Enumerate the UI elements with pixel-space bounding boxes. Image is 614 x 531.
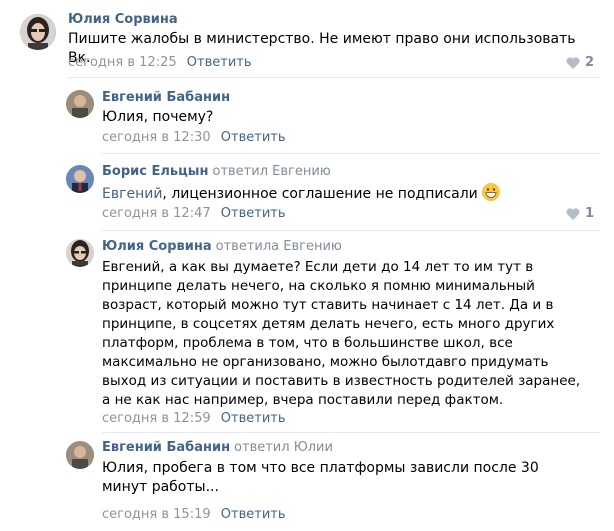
reply-target[interactable]: ответила Евгению [216,239,342,254]
heart-icon [566,56,580,69]
avatar[interactable] [66,90,94,118]
comment-2: Евгений Бабанин Юлия, почему? сегодня в … [0,80,614,152]
reply-button[interactable]: Ответить [221,130,286,145]
like-count: 2 [584,55,594,70]
comment-author[interactable]: Юлия Сорвина ответила Евгению [102,239,342,255]
like-button[interactable]: 1 [566,206,594,221]
divider [102,153,600,154]
comment-author[interactable]: Евгений Бабанин ответил Юлии [102,440,333,456]
comment-1: Юлия Сорвина Пишите жалобы в министерств… [0,0,614,80]
comment-text: Юлия, пробега в том что все платформы за… [102,460,539,495]
comment-5: Евгений Бабанин ответил Юлии Юлия, пробег… [0,435,614,531]
avatar[interactable] [66,441,94,469]
comment-time[interactable]: сегодня в 12:47 [102,206,211,221]
reply-target[interactable]: ответил Юлии [234,440,333,455]
avatar[interactable] [66,239,94,267]
comment-4: Юлия Сорвина ответила Евгению Евгений, а … [0,233,614,429]
reply-button[interactable]: Ответить [221,411,286,426]
comment-meta: сегодня в 15:19 Ответить [102,507,286,523]
reply-button[interactable]: Ответить [221,507,286,522]
comment-3: Борис Ельцын ответил Евгению Евгений, лиц… [0,155,614,231]
reply-button[interactable]: Ответить [221,206,286,221]
comment-meta: сегодня в 12:30 Ответить [102,130,286,146]
comment-time[interactable]: сегодня в 12:59 [102,411,211,426]
comment-time[interactable]: сегодня в 12:25 [68,55,177,70]
comment-time[interactable]: сегодня в 15:19 [102,507,211,522]
comment-meta: сегодня в 12:47 Ответить [102,206,286,222]
comment-author[interactable]: Юлия Сорвина [68,12,178,28]
comment-text: Юлия, почему? [102,109,214,125]
comment-text: Евгений, а как вы думаете? Если дети до … [102,259,581,408]
comment-text: Евгений, лицензионное соглашение не подп… [102,183,582,204]
like-count: 1 [584,206,594,221]
comment-meta: сегодня в 12:25 Ответить [68,55,252,71]
mention-link[interactable]: Евгений [102,186,162,202]
like-button[interactable]: 2 [566,55,594,70]
divider [102,432,600,433]
heart-icon [566,207,580,220]
avatar[interactable] [66,165,94,193]
comment-meta: сегодня в 12:59 Ответить [102,411,286,427]
reply-target[interactable]: ответил Евгению [212,164,330,179]
comment-time[interactable]: сегодня в 12:30 [102,130,211,145]
avatar[interactable] [20,14,56,50]
comment-author[interactable]: Борис Ельцын ответил Евгению [102,164,331,180]
grinning-face-emoji [481,183,500,201]
divider [102,230,600,231]
comment-author[interactable]: Евгений Бабанин [102,90,230,106]
reply-button[interactable]: Ответить [187,55,252,70]
divider [68,77,600,78]
